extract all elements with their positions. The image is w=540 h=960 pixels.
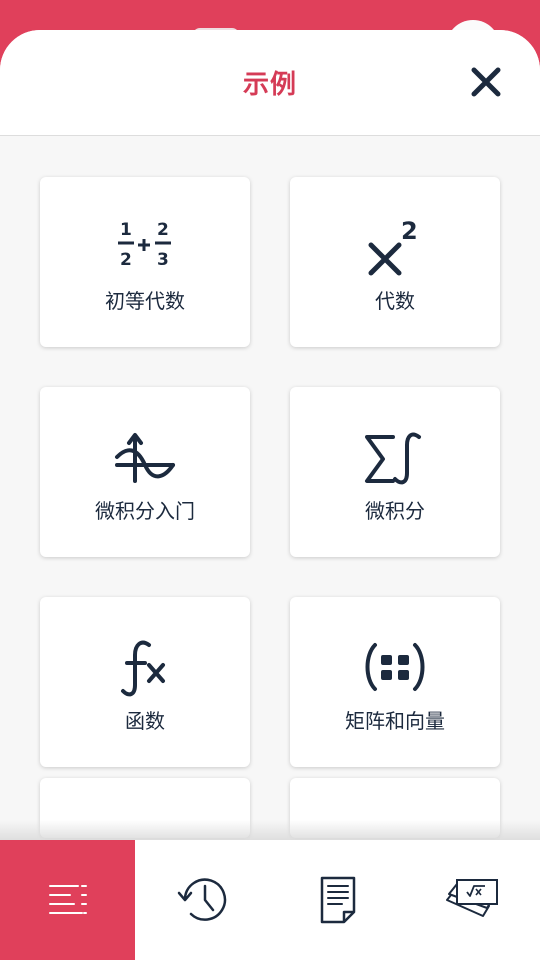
- flashcards-icon: [445, 879, 498, 917]
- fx-icon: [121, 640, 165, 697]
- topic-card-intro-calculus[interactable]: 微积分入门: [40, 387, 250, 557]
- topic-label: 矩阵和向量: [345, 709, 445, 733]
- sum-integral-icon: [365, 432, 421, 485]
- topic-card-calculus[interactable]: 微积分: [290, 387, 500, 557]
- sheet-title: 示例: [242, 70, 297, 100]
- svg-text:3: 3: [157, 250, 169, 270]
- matrix-icon: [365, 643, 425, 691]
- fraction-addition-icon: 1 2 2 3: [118, 220, 171, 270]
- history-clock-icon: [177, 878, 226, 921]
- topic-card-algebra[interactable]: 2 代数: [290, 177, 500, 347]
- svg-text:2: 2: [401, 217, 418, 245]
- tab-notes[interactable]: [270, 840, 405, 960]
- menu-list-icon: [48, 885, 87, 914]
- scroll-fade: [0, 820, 540, 840]
- close-button[interactable]: [466, 62, 506, 102]
- topic-label: 微积分入门: [95, 499, 195, 523]
- tab-examples[interactable]: [0, 840, 135, 960]
- notes-document-icon: [320, 876, 355, 924]
- svg-text:1: 1: [120, 220, 132, 240]
- topic-label: 函数: [125, 709, 165, 733]
- topic-label: 初等代数: [105, 289, 185, 313]
- close-icon: [471, 67, 501, 97]
- topic-card-matrices-vectors[interactable]: 矩阵和向量: [290, 597, 500, 767]
- function-graph-icon: [115, 433, 175, 483]
- topic-label: 微积分: [365, 499, 425, 523]
- tab-history[interactable]: [135, 840, 270, 960]
- topic-card-functions[interactable]: 函数: [40, 597, 250, 767]
- svg-text:2: 2: [157, 220, 169, 240]
- topic-card-pre-algebra[interactable]: 1 2 2 3 初等代数: [40, 177, 250, 347]
- svg-text:2: 2: [120, 250, 132, 270]
- topic-label: 代数: [375, 289, 415, 313]
- sheet-header: 示例: [0, 30, 540, 136]
- bottom-tab-bar: [0, 840, 540, 960]
- x-squared-icon: 2: [368, 217, 418, 276]
- tab-flashcards[interactable]: [405, 840, 540, 960]
